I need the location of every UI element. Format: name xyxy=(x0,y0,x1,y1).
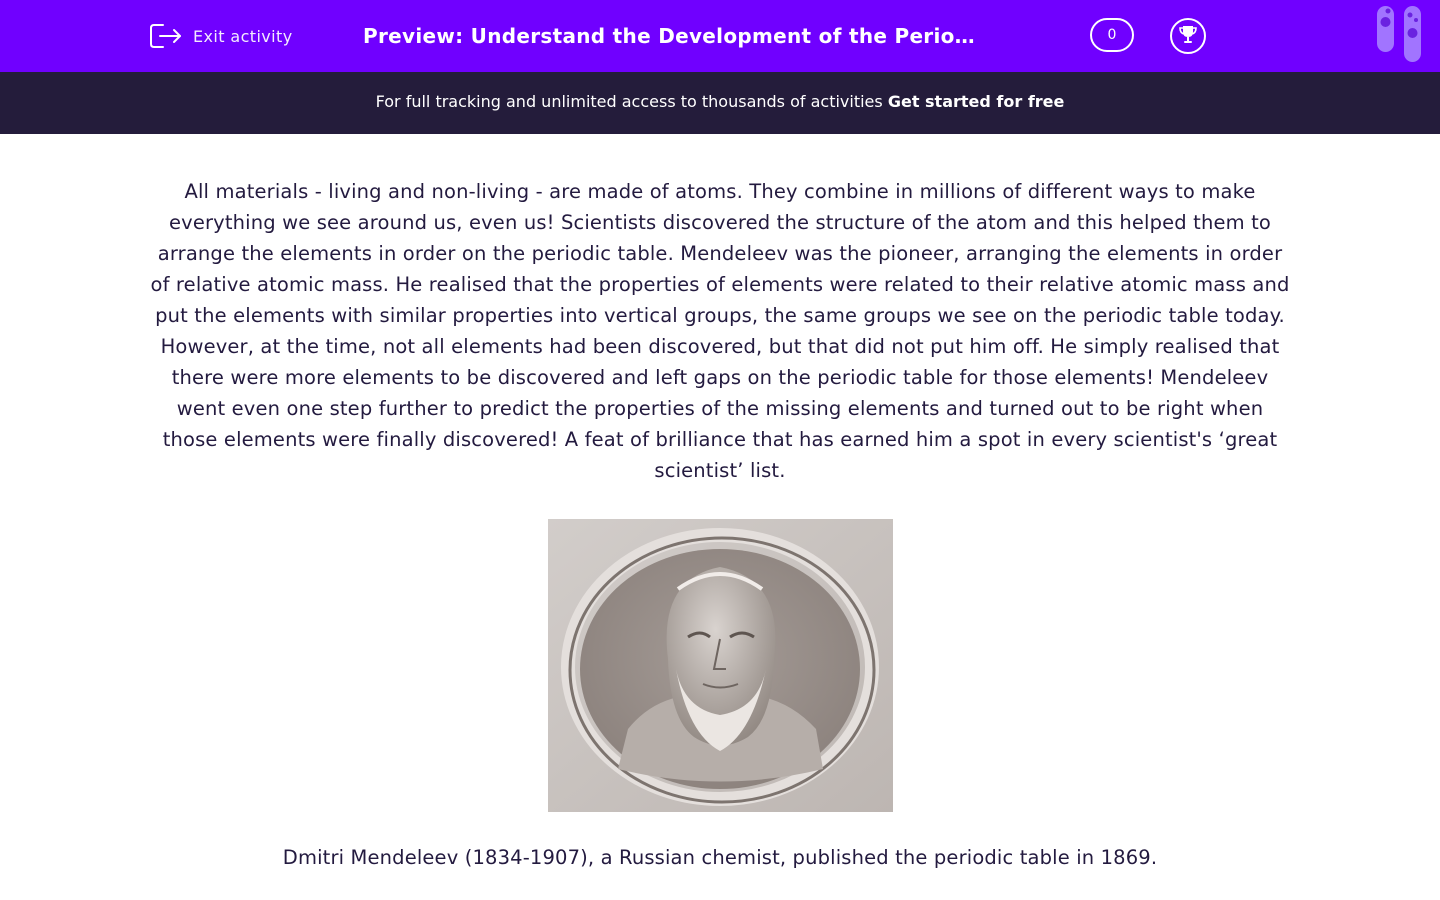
exit-activity-button[interactable]: Exit activity xyxy=(149,21,293,51)
trophy-icon xyxy=(1177,23,1199,49)
exit-icon xyxy=(149,22,183,50)
top-bar: Exit activity Preview: Understand the De… xyxy=(0,0,1440,72)
exit-activity-label: Exit activity xyxy=(193,26,293,46)
score-badge: 0 xyxy=(1090,18,1134,52)
signup-banner: For full tracking and unlimited access t… xyxy=(0,72,1440,134)
intro-content: All materials - living and non-living - … xyxy=(150,176,1290,486)
mendeleev-relief-image xyxy=(548,519,893,812)
intro-paragraph: All materials - living and non-living - … xyxy=(150,180,1290,482)
image-caption: Dmitri Mendeleev (1834-1907), a Russian … xyxy=(282,846,1158,869)
get-started-link[interactable]: Get started for free xyxy=(888,92,1065,111)
test-tubes-icon xyxy=(1376,6,1422,68)
banner-text: For full tracking and unlimited access t… xyxy=(375,92,888,111)
trophy-button[interactable] xyxy=(1170,18,1206,54)
page-title: Preview: Understand the Development of t… xyxy=(363,24,983,48)
